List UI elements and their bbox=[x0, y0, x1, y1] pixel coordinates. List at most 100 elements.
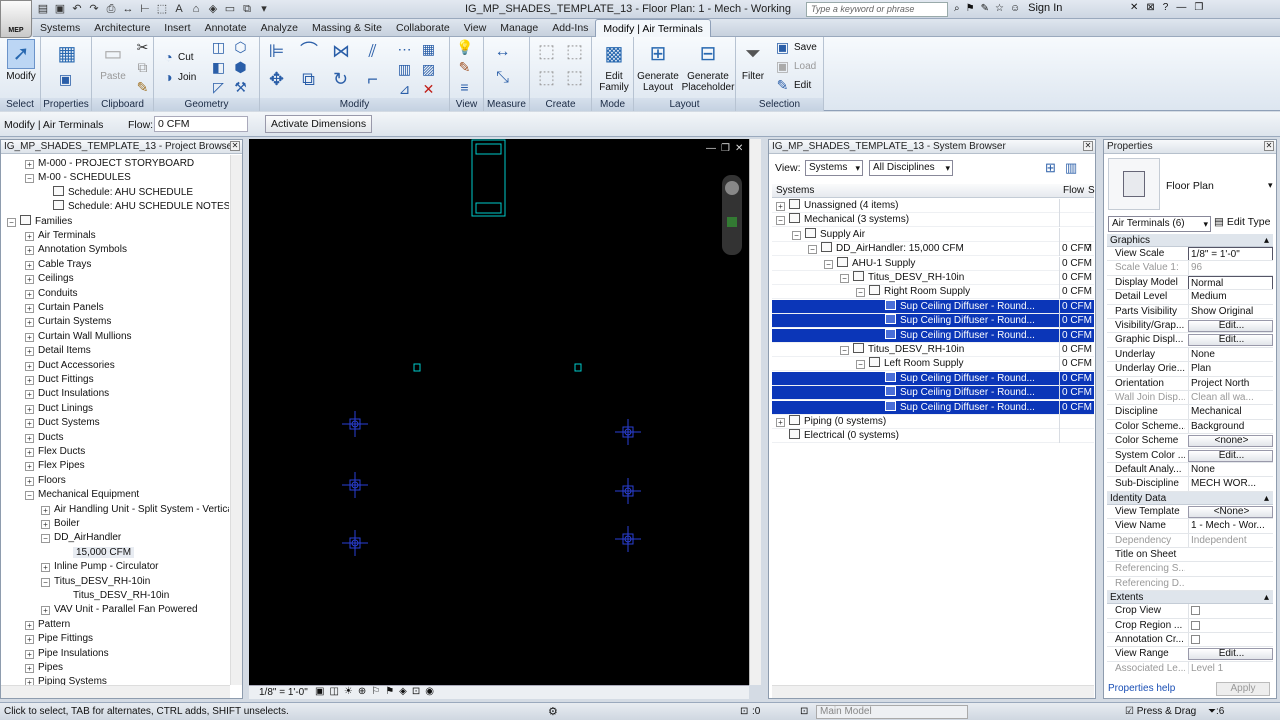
tree-item[interactable]: + Ducts bbox=[25, 431, 64, 445]
expand-icon[interactable]: + bbox=[25, 476, 34, 486]
system-tree-row[interactable]: − Left Room Supply 0 CFM bbox=[772, 357, 1094, 372]
restore-icon[interactable]: ❐ bbox=[1194, 2, 1203, 13]
checkbox[interactable] bbox=[1191, 606, 1200, 616]
paste-button[interactable]: ▭ Paste bbox=[98, 39, 128, 83]
expand-icon[interactable]: + bbox=[25, 376, 34, 385]
system-tree-row[interactable]: − Titus_DESV_RH-10in 0 CFM bbox=[772, 343, 1094, 357]
property-value[interactable] bbox=[1188, 633, 1273, 647]
expand-icon[interactable]: + bbox=[25, 448, 34, 457]
join-button[interactable]: Join bbox=[178, 72, 196, 83]
tree-item[interactable]: + M-000 - PROJECT STORYBOARD bbox=[25, 157, 194, 171]
system-tree-row[interactable]: − Right Room Supply 0 CFM bbox=[772, 285, 1094, 300]
navigation-bar[interactable] bbox=[722, 175, 742, 255]
move-icon[interactable]: ✥ bbox=[268, 70, 285, 88]
close-icon[interactable]: ✕ bbox=[230, 141, 240, 151]
view-vertical-scrollbar[interactable] bbox=[749, 139, 761, 685]
flow-input[interactable]: 0 CFM bbox=[154, 116, 248, 132]
tab-massing-site[interactable]: Massing & Site bbox=[305, 19, 389, 37]
tree-item[interactable]: + Pipe Insulations bbox=[25, 647, 109, 661]
tree-item[interactable]: + Flex Ducts bbox=[25, 445, 85, 459]
array-icon[interactable]: ▦ bbox=[420, 41, 437, 58]
expand-icon[interactable]: + bbox=[25, 635, 34, 645]
steering-wheel-icon[interactable] bbox=[725, 181, 739, 195]
system-tree-row[interactable]: Sup Ceiling Diffuser - Round... 0 CFM bbox=[772, 314, 1094, 329]
print-icon[interactable]: ⎙ bbox=[104, 2, 118, 16]
view-control-icons[interactable]: ▣◫☀⊕⚐⚑◈⊡◉ bbox=[315, 686, 439, 697]
supply-diffuser[interactable] bbox=[342, 472, 368, 498]
cut-icon[interactable]: ✂ bbox=[134, 39, 151, 56]
wall-joins-icon[interactable]: ◫ bbox=[210, 39, 227, 56]
expand-icon[interactable]: + bbox=[25, 275, 34, 285]
tree-item[interactable]: + Air Handling Unit - Split System - Vert… bbox=[41, 503, 229, 517]
column-settings-icon[interactable]: ▥ bbox=[1065, 160, 1077, 176]
expand-icon[interactable]: + bbox=[25, 289, 34, 299]
collapse-icon[interactable]: − bbox=[856, 360, 865, 370]
align-icon[interactable]: ⊫ bbox=[268, 42, 285, 60]
help-icon[interactable]: ? bbox=[1163, 2, 1169, 13]
worksets-icon[interactable]: ⚙ bbox=[548, 705, 558, 718]
supply-diffuser[interactable] bbox=[342, 530, 368, 556]
switch-windows-icon[interactable]: ⧉ bbox=[240, 2, 254, 16]
unpin-icon[interactable]: ⊿ bbox=[396, 81, 413, 98]
view-scale[interactable]: 1/8" = 1'-0" bbox=[259, 687, 308, 698]
tree-item[interactable]: + Cable Trays bbox=[25, 258, 91, 272]
property-value[interactable]: MECH WOR... bbox=[1188, 477, 1273, 491]
mirror-draw-icon[interactable]: ⫽ bbox=[364, 42, 381, 60]
property-value[interactable]: Edit... bbox=[1188, 320, 1273, 332]
modify-button[interactable]: ➚ Modify bbox=[3, 39, 39, 82]
system-tree-row[interactable]: − DD_AirHandler: 15,000 CFM 0 CFM 7 bbox=[772, 242, 1094, 257]
expand-icon[interactable]: + bbox=[41, 520, 50, 529]
paint-icon[interactable]: ◧ bbox=[210, 59, 227, 76]
property-value[interactable] bbox=[1188, 604, 1273, 618]
save-selection-button[interactable]: Save bbox=[794, 42, 817, 53]
cut-geometry-button[interactable]: Cut bbox=[178, 52, 194, 63]
expand-icon[interactable]: + bbox=[25, 664, 34, 673]
expand-icon[interactable]: + bbox=[41, 606, 50, 616]
collapse-icon[interactable]: − bbox=[25, 491, 34, 501]
redo-icon[interactable]: ↷ bbox=[87, 2, 101, 16]
expand-icon[interactable]: + bbox=[25, 433, 34, 443]
tree-item[interactable]: + Flex Pipes bbox=[25, 459, 85, 473]
tab-annotate[interactable]: Annotate bbox=[198, 19, 254, 37]
supply-diffuser[interactable] bbox=[615, 419, 641, 445]
system-tree-row[interactable]: Sup Ceiling Diffuser - Round... 0 CFM bbox=[772, 299, 1094, 314]
generate-placeholder-button[interactable]: ⊟ Generate Placeholder bbox=[680, 39, 736, 94]
expand-icon[interactable]: + bbox=[25, 462, 34, 472]
system-tree-row[interactable]: Sup Ceiling Diffuser - Round... 0 CFM bbox=[772, 400, 1094, 415]
system-tree-row[interactable]: Sup Ceiling Diffuser - Round... 0 CFM bbox=[772, 328, 1094, 343]
edit-selection-button[interactable]: Edit bbox=[794, 80, 811, 91]
system-tree-row[interactable]: − Titus_DESV_RH-10in 0 CFM bbox=[772, 271, 1094, 285]
hammer-icon[interactable]: ⚒ bbox=[232, 79, 249, 96]
expand-icon[interactable]: + bbox=[25, 678, 34, 685]
favorites-icon[interactable]: ☆ bbox=[995, 3, 1004, 14]
tree-item[interactable]: − Titus_DESV_RH-10in bbox=[41, 575, 150, 589]
system-tree-row[interactable]: + Piping (0 systems) bbox=[772, 415, 1094, 429]
property-group-extents[interactable]: Extents bbox=[1107, 591, 1273, 605]
sign-in-link[interactable]: Sign In bbox=[1028, 2, 1062, 14]
systems-column-header[interactable]: Systems bbox=[776, 184, 814, 197]
split-icon[interactable]: ⋯ bbox=[396, 41, 413, 58]
application-menu-button[interactable]: MEP bbox=[0, 0, 32, 38]
restore-icon[interactable]: ❐ bbox=[721, 143, 730, 154]
expand-icon[interactable]: + bbox=[25, 332, 34, 342]
system-tree-row[interactable]: − Mechanical (3 systems) bbox=[772, 213, 1094, 228]
collapse-icon[interactable]: − bbox=[25, 174, 34, 184]
exchange-icon[interactable]: ⊠ bbox=[1146, 2, 1154, 13]
property-value[interactable]: 1 - Mech - Wor... bbox=[1188, 519, 1273, 533]
apply-button[interactable]: Apply bbox=[1216, 682, 1270, 696]
expand-icon[interactable]: + bbox=[25, 404, 34, 414]
property-value[interactable]: 1/8" = 1'-0" bbox=[1188, 247, 1273, 261]
tree-item[interactable]: + Curtain Panels bbox=[25, 301, 104, 315]
collapse-icon[interactable]: − bbox=[41, 577, 50, 587]
tree-item[interactable]: − Families bbox=[7, 214, 72, 229]
create-assembly-icon[interactable]: ⬚ bbox=[538, 42, 555, 60]
scale-icon[interactable]: ▥ bbox=[396, 61, 413, 78]
tab-modify-air-terminals[interactable]: Modify | Air Terminals bbox=[595, 19, 711, 37]
property-group-graphics[interactable]: Graphics bbox=[1107, 234, 1273, 247]
minimize-icon[interactable]: — bbox=[1176, 2, 1186, 13]
properties-help-link[interactable]: Properties help bbox=[1108, 683, 1175, 694]
tab-collaborate[interactable]: Collaborate bbox=[389, 19, 457, 37]
tree-item[interactable]: + Boiler bbox=[41, 517, 80, 531]
create-parts-icon[interactable]: ⬚ bbox=[566, 42, 583, 60]
type-selector[interactable]: Floor Plan ▾ bbox=[1108, 158, 1274, 212]
